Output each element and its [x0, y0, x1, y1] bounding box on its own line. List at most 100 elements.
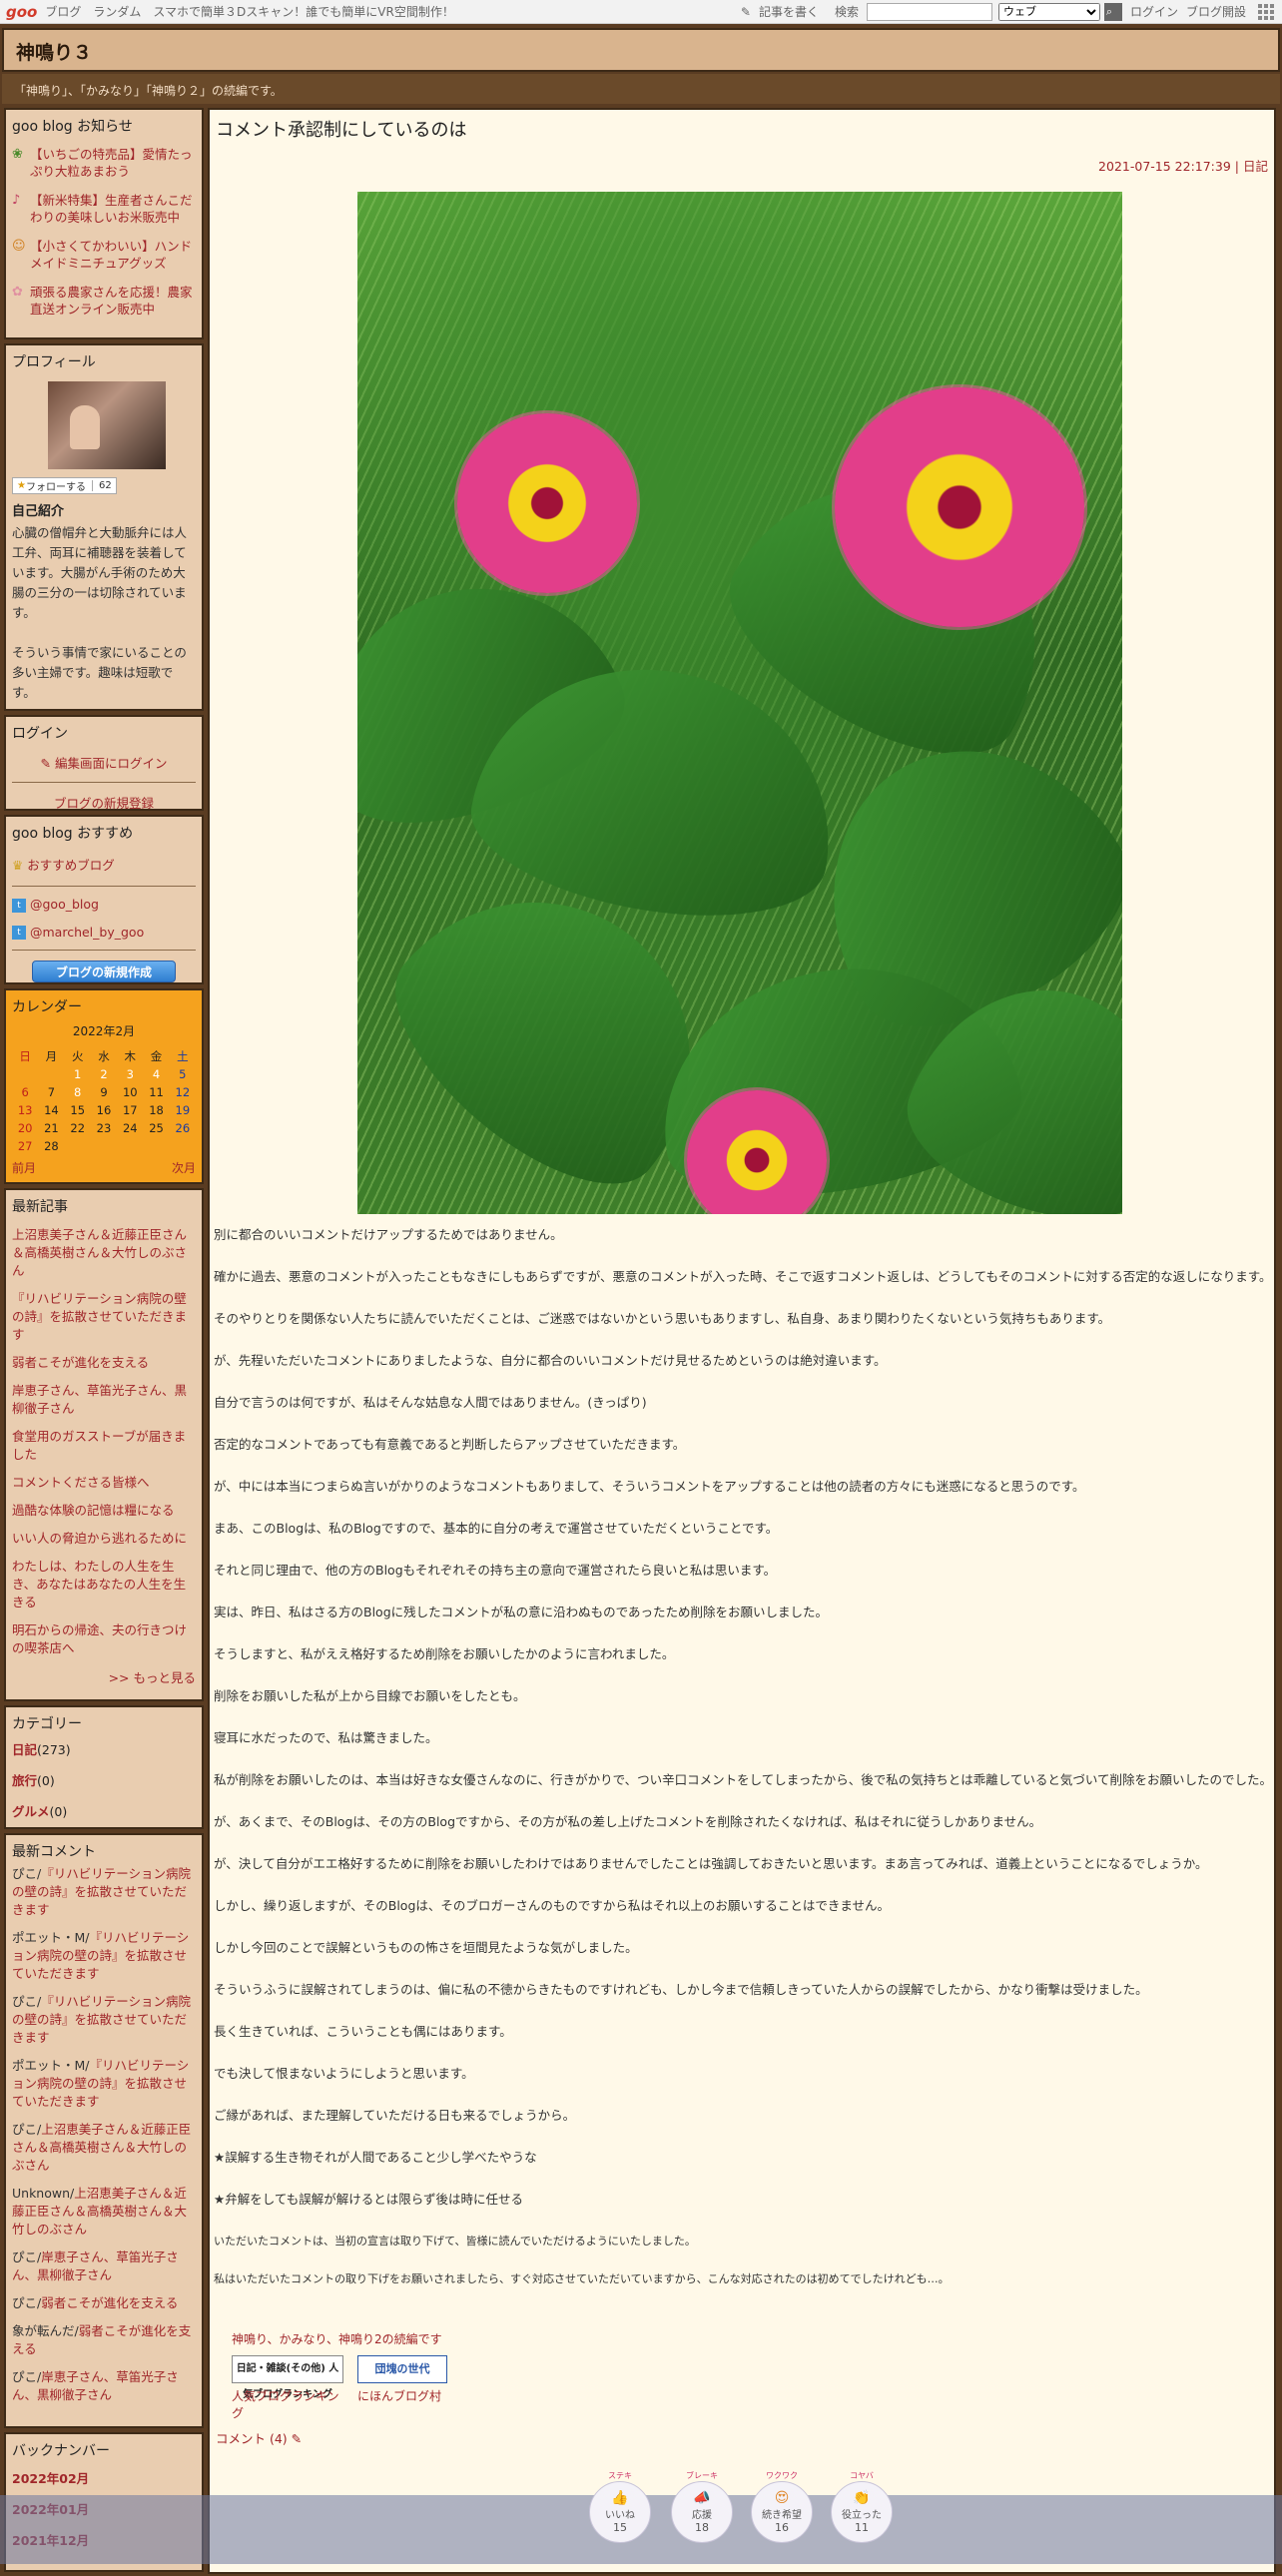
notice-item[interactable]: ☺ 【小さくてかわいい】ハンドメイドミニチュアグッズ [12, 238, 196, 272]
recent-comment-item[interactable]: ぴこ/上沼恵美子さん＆近藤正臣さん＆高橋英樹さん＆大竹しのぶさん [12, 2121, 196, 2175]
calendar-day[interactable]: 4 [143, 1065, 169, 1083]
recent-comment-item[interactable]: ぴこ/『リハビリテーション病院の壁の詩』を拡散させていただきます [12, 1865, 196, 1919]
post-paragraph: ご縁があれば、また理解していただける日も来るでしょうから。 [214, 2108, 576, 2123]
recent-article-link[interactable]: 過酷な体験の記憶は糧になる [12, 1502, 196, 1520]
calendar-day[interactable]: 11 [143, 1083, 169, 1101]
calendar-day[interactable]: 9 [91, 1083, 117, 1101]
calendar-day[interactable]: 23 [91, 1119, 117, 1137]
calendar-day[interactable]: 16 [91, 1101, 117, 1119]
recent-article-link[interactable]: 明石からの帰途、夫の行きつけの喫茶店へ [12, 1621, 196, 1657]
calendar-day[interactable]: 6 [12, 1083, 38, 1101]
calendar-day[interactable]: 19 [170, 1101, 196, 1119]
calendar-day[interactable]: 5 [170, 1065, 196, 1083]
recent-comment-item[interactable]: 象が転んだ/弱者こそが進化を支える [12, 2322, 196, 2358]
recent-article-link[interactable]: 上沼恵美子さん＆近藤正臣さん＆高橋英樹さん＆大竹しのぶさん [12, 1226, 196, 1280]
calendar-day[interactable]: 18 [143, 1101, 169, 1119]
reaction-button[interactable]: 📣 応援 18 [671, 2481, 733, 2543]
notice-item[interactable]: ❀ 【いちごの特売品】愛情たっぷり大粒あまおう [12, 146, 196, 180]
search-scope-select[interactable]: ウェブ [997, 2, 1100, 21]
calendar-day[interactable]: 27 [12, 1137, 38, 1155]
recent-comment-item[interactable]: Unknown/上沼恵美子さん＆近藤正臣さん＆高橋英樹さん＆大竹しのぶさん [12, 2185, 196, 2239]
reaction-useful[interactable]: コヤバ 👏 役立った 11 [831, 2470, 893, 2543]
recent-article-link[interactable]: 岸恵子さん、草笛光子さん、黒柳徹子さん [12, 1382, 196, 1418]
follow-button[interactable]: ★ フォローする 62 [12, 477, 117, 494]
calendar-day[interactable]: 21 [38, 1119, 64, 1137]
calendar-day[interactable]: 28 [38, 1137, 64, 1155]
calendar-prev-link[interactable]: 前月 [12, 1159, 36, 1176]
recent-article-link[interactable]: コメントくださる皆様へ [12, 1474, 196, 1492]
recent-comment-item[interactable]: ぴこ/岸恵子さん、草笛光子さん、黒柳徹子さん [12, 2249, 196, 2284]
comment-count-link[interactable]: コメント (4) ✎ [216, 2428, 302, 2447]
write-article-link[interactable]: ✎ 記事を書く [741, 3, 827, 20]
calendar-day[interactable]: 7 [38, 1083, 64, 1101]
category-item[interactable]: 旅行(0) [12, 1770, 196, 1789]
open-blog-link[interactable]: ブログ開設 [1186, 3, 1246, 20]
twitter-link[interactable]: t @goo_blog [12, 891, 196, 919]
recent-comment-item[interactable]: ぴこ/『リハビリテーション病院の壁の詩』を拡散させていただきます [12, 1993, 196, 2047]
blog-title[interactable]: 神鳴り３ [4, 30, 1278, 73]
recommend-blog-link[interactable]: ♛ おすすめブログ [12, 847, 196, 882]
notice-item[interactable]: ♪ 【新米特集】生産者さんこだわりの美味しいお米販売中 [12, 192, 196, 226]
reaction-like[interactable]: ステキ 👍 いいね 15 [589, 2470, 651, 2543]
ranking-banner-1[interactable]: 日記・雑談(その他) 人気ブログランキング 人気ブログランキング [232, 2355, 343, 2421]
calendar-day[interactable]: 25 [143, 1119, 169, 1137]
ranking-banner-caption[interactable]: にほんブログ村 [357, 2387, 447, 2404]
backnumber-link[interactable]: 2022年02月 [12, 2468, 196, 2487]
calendar-day [12, 1065, 38, 1083]
calendar-day[interactable]: 2 [91, 1065, 117, 1083]
calendar-next-link[interactable]: 次月 [172, 1159, 196, 1176]
ranking-banner-image[interactable]: 団塊の世代 [357, 2355, 447, 2383]
calendar-day[interactable]: 12 [170, 1083, 196, 1101]
reaction-button[interactable]: 👏 役立った 11 [831, 2481, 893, 2543]
recent-article-link[interactable]: 食堂用のガスストーブが届きました [12, 1428, 196, 1464]
calendar-title: カレンダー [12, 999, 82, 1015]
calendar-day[interactable]: 1 [65, 1065, 91, 1083]
recent-comment-item[interactable]: ぴこ/岸恵子さん、草笛光子さん、黒柳徹子さん [12, 2368, 196, 2404]
register-link[interactable]: ブログの新規登録 [12, 787, 196, 818]
calendar-day[interactable]: 10 [117, 1083, 143, 1101]
calendar-day[interactable]: 15 [65, 1101, 91, 1119]
recent-article-link[interactable]: わたしは、わたしの人生を生き、あなたはあなたの人生を生きる [12, 1558, 196, 1611]
calendar-day[interactable]: 17 [117, 1101, 143, 1119]
calendar-day[interactable]: 20 [12, 1119, 38, 1137]
calendar-day[interactable]: 26 [170, 1119, 196, 1137]
goo-logo[interactable]: goo [6, 3, 37, 21]
reaction-cheer[interactable]: ブレーキ 📣 応援 18 [671, 2470, 733, 2543]
post-photo-zinnia[interactable] [357, 192, 1122, 1214]
topbar-link-random[interactable]: ランダム [93, 3, 141, 20]
recent-article-link[interactable]: いい人の脅迫から逃れるために [12, 1530, 196, 1548]
ranking-banner-2[interactable]: 団塊の世代 にほんブログ村 [357, 2355, 447, 2421]
calendar-day[interactable]: 3 [117, 1065, 143, 1083]
search-button[interactable]: ⌕ [1103, 2, 1122, 21]
edit-login-link[interactable]: ✎ 編集画面にログイン [12, 747, 196, 778]
calendar-day[interactable]: 14 [38, 1101, 64, 1119]
category-item[interactable]: グルメ(0) [12, 1801, 196, 1820]
twitter-link[interactable]: t @marchel_by_goo [12, 919, 196, 947]
menu-grid-icon[interactable] [1258, 3, 1274, 20]
calendar-day[interactable]: 8 [65, 1083, 91, 1101]
notice-item[interactable]: ✿ 頑張る農家さんを応援！農家直送オンライン販売中 [12, 284, 196, 318]
topbar-link-blog[interactable]: ブログ [45, 3, 81, 20]
calendar-day[interactable]: 13 [12, 1101, 38, 1119]
category-item[interactable]: 日記(273) [12, 1739, 196, 1758]
more-link[interactable]: >> もっと見る [12, 1667, 196, 1686]
reaction-want-more[interactable]: ワクワク 😍 続き希望 16 [751, 2470, 813, 2543]
recent-article-link[interactable]: 『リハビリテーション病院の壁の詩』を拡散させていただきます [12, 1290, 196, 1344]
recent-comment-item[interactable]: ポエット・M/『リハビリテーション病院の壁の詩』を拡散させていただきます [12, 1929, 196, 1983]
calendar-day[interactable]: 22 [65, 1119, 91, 1137]
create-blog-button[interactable]: ブログの新規作成 [32, 961, 176, 982]
comment-article-link[interactable]: 弱者こそが進化を支える [41, 2295, 178, 2310]
post-category-link[interactable]: 日記 [1243, 159, 1268, 174]
search-input[interactable] [866, 2, 992, 21]
recent-comment-item[interactable]: ポエット・M/『リハビリテーション病院の壁の詩』を拡散させていただきます [12, 2057, 196, 2111]
recent-article-link[interactable]: 弱者こそが進化を支える [12, 1354, 196, 1372]
avatar[interactable] [48, 381, 166, 469]
calendar-day[interactable]: 24 [117, 1119, 143, 1137]
login-link[interactable]: ログイン [1130, 3, 1178, 20]
reaction-button[interactable]: 👍 いいね 15 [589, 2481, 651, 2543]
topbar-promo-link[interactable]: スマホで簡単３Dスキャン！誰でも簡単にVR空間制作！ [153, 3, 453, 20]
post-title[interactable]: コメント承認制にしているのは [210, 110, 1274, 142]
ranking-banner-image[interactable]: 日記・雑談(その他) 人気ブログランキング [232, 2355, 343, 2400]
recent-comment-item[interactable]: ぴこ/弱者こそが進化を支える [12, 2294, 196, 2312]
reaction-button[interactable]: 😍 続き希望 16 [751, 2481, 813, 2543]
